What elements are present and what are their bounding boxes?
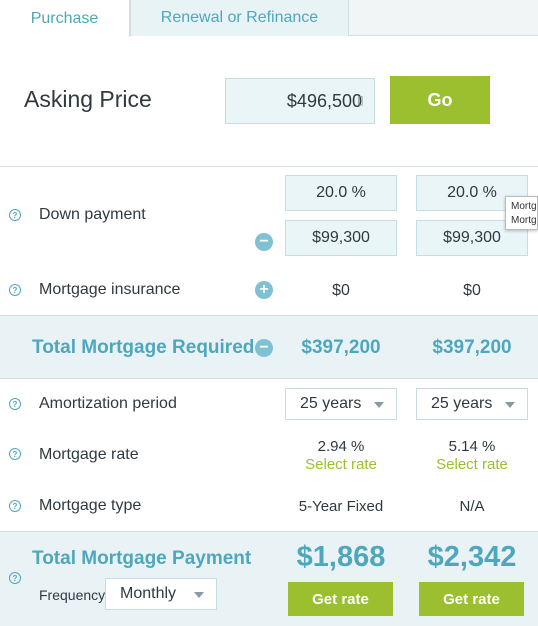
- down-payment-amount-input-1[interactable]: $99,300: [285, 220, 397, 256]
- down-payment-label: Down payment: [39, 206, 146, 223]
- payment-value-2: $2,342: [427, 541, 517, 573]
- amortization-select-1-value: 25 years: [300, 395, 362, 412]
- total-payment-label: Total Mortgage Payment: [32, 548, 252, 569]
- type-help-icon[interactable]: ?: [9, 500, 21, 512]
- payment-help-icon[interactable]: ?: [9, 572, 21, 584]
- select-rate-link-2[interactable]: Select rate: [416, 456, 528, 473]
- tooltip-line-2: Mortgage: [511, 215, 537, 226]
- amortization-help-icon[interactable]: ?: [9, 398, 21, 410]
- get-rate-button-1[interactable]: Get rate: [288, 582, 393, 616]
- tab-purchase-label: Purchase: [30, 9, 99, 27]
- insurance-value-1: $0: [332, 282, 350, 299]
- total-required-value-1: $397,200: [301, 337, 381, 358]
- amortization-label: Amortization period: [39, 395, 177, 412]
- frequency-select[interactable]: Monthly: [105, 578, 217, 610]
- amortization-select-2[interactable]: 25 years: [416, 388, 528, 420]
- get-rate-button-2[interactable]: Get rate: [419, 582, 524, 616]
- type-label: Mortgage type: [39, 497, 142, 514]
- chevron-down-icon: [374, 402, 384, 408]
- asking-price-input[interactable]: $496,500: [225, 78, 375, 124]
- rate-value-2: 5.14 %: [448, 438, 496, 455]
- collapse-total-required-icon[interactable]: −: [255, 339, 273, 357]
- text-cursor-icon: ▯: [357, 93, 364, 107]
- rate-label: Mortgage rate: [39, 446, 139, 463]
- frequency-label: Frequency: [39, 587, 106, 603]
- down-payment-percent-input-1[interactable]: 20.0 %: [285, 175, 397, 211]
- section-divider: [0, 166, 538, 167]
- tab-renewal-label: Renewal or Refinance: [160, 9, 319, 26]
- insurance-value-2: $0: [463, 282, 481, 299]
- tab-purchase[interactable]: Purchase: [0, 0, 130, 37]
- amortization-select-1[interactable]: 25 years: [285, 388, 397, 420]
- down-payment-help-icon[interactable]: ?: [9, 209, 21, 221]
- select-rate-link-1[interactable]: Select rate: [285, 456, 397, 473]
- insurance-label: Mortgage insurance: [39, 281, 181, 298]
- rate-help-icon[interactable]: ?: [9, 448, 21, 460]
- go-button[interactable]: Go: [390, 76, 490, 124]
- type-value-1: 5-Year Fixed: [298, 498, 384, 515]
- asking-price-label: Asking Price: [24, 86, 152, 112]
- collapse-down-payment-icon[interactable]: −: [255, 233, 273, 251]
- payment-value-1: $1,868: [296, 541, 386, 573]
- chevron-down-icon: [505, 402, 515, 408]
- total-required-label: Total Mortgage Required: [32, 337, 255, 358]
- expand-insurance-icon[interactable]: +: [255, 281, 273, 299]
- total-required-value-2: $397,200: [432, 337, 512, 358]
- tooltip-line-1: Mortgage: [511, 201, 537, 212]
- tooltip: Mortgage Mortgage: [505, 196, 538, 230]
- rate-value-1: 2.94 %: [317, 438, 365, 455]
- frequency-select-value: Monthly: [120, 585, 177, 602]
- chevron-down-icon: [194, 592, 204, 598]
- tab-renewal-refinance[interactable]: Renewal or Refinance: [130, 0, 349, 36]
- insurance-help-icon[interactable]: ?: [9, 284, 21, 296]
- type-value-2: N/A: [459, 498, 485, 515]
- amortization-select-2-value: 25 years: [431, 395, 493, 412]
